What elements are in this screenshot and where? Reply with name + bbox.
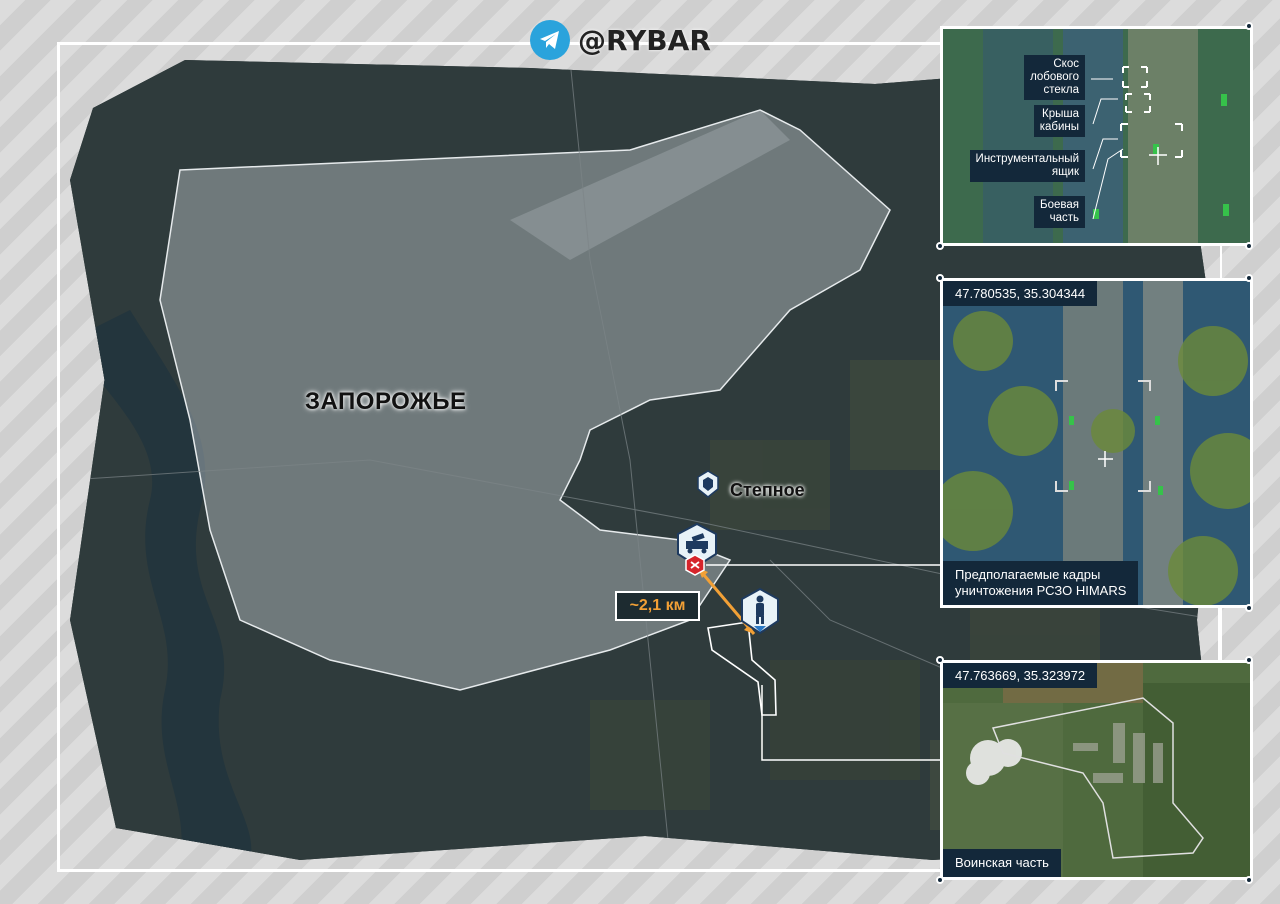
callout-windshield: Скос лобового стекла [1024,55,1085,100]
panel-imagery [943,663,1250,877]
settlement-marker[interactable] [696,470,720,498]
panel-corner-dot [1245,876,1253,884]
town-label: Степное [730,480,805,500]
panel-corner-dot [1245,604,1253,612]
panel-corner-dot [936,274,944,282]
panel-corner-dot [936,656,944,664]
soldier-icon [741,588,779,634]
panel-corner-dot [1245,22,1253,30]
channel-handle: @RYBAR [578,23,711,57]
coordinates-label[interactable]: 47.780535, 35.304344 [943,281,1098,306]
coordinates-label[interactable]: 47.763669, 35.323972 [943,663,1098,688]
panel-caption: Воинская часть [943,849,1061,877]
city-label: ЗАПОРОЖЬЕ [305,388,467,415]
detail-panel-middle[interactable]: 47.780535, 35.304344 Предполагаемые кадр… [940,278,1253,608]
panel-connector [1218,608,1222,663]
panel-corner-dot [936,242,944,250]
panel-corner-dot [936,876,944,884]
telegram-icon [530,20,570,60]
panel-caption: Предполагаемые кадры уничтожения РСЗО HI… [943,561,1139,605]
panel-corner-dot [1245,274,1253,282]
detail-panel-bottom[interactable]: 47.763669, 35.323972 Воинская часть [940,660,1253,880]
callout-warhead: Боевая часть [1034,196,1085,228]
destroyed-marker [684,554,706,576]
panel-corner-dot [1245,656,1253,664]
military-unit-marker[interactable] [740,588,780,634]
settlement-icon [697,470,719,498]
channel-badge[interactable]: @RYBAR [530,18,735,62]
detail-panel-top[interactable]: Скос лобового стекла Крыша кабины Инстру… [940,26,1253,246]
callout-toolbox: Инструментальный ящик [969,150,1085,182]
callout-cab-roof: Крыша кабины [1033,105,1085,137]
panel-imagery [943,281,1250,605]
panel-corner-dot [1245,242,1253,250]
panel-imagery [943,29,1250,243]
distance-label: ~2,1 км [615,591,700,621]
destroyed-icon [685,554,705,576]
panel-connector [1220,245,1222,280]
